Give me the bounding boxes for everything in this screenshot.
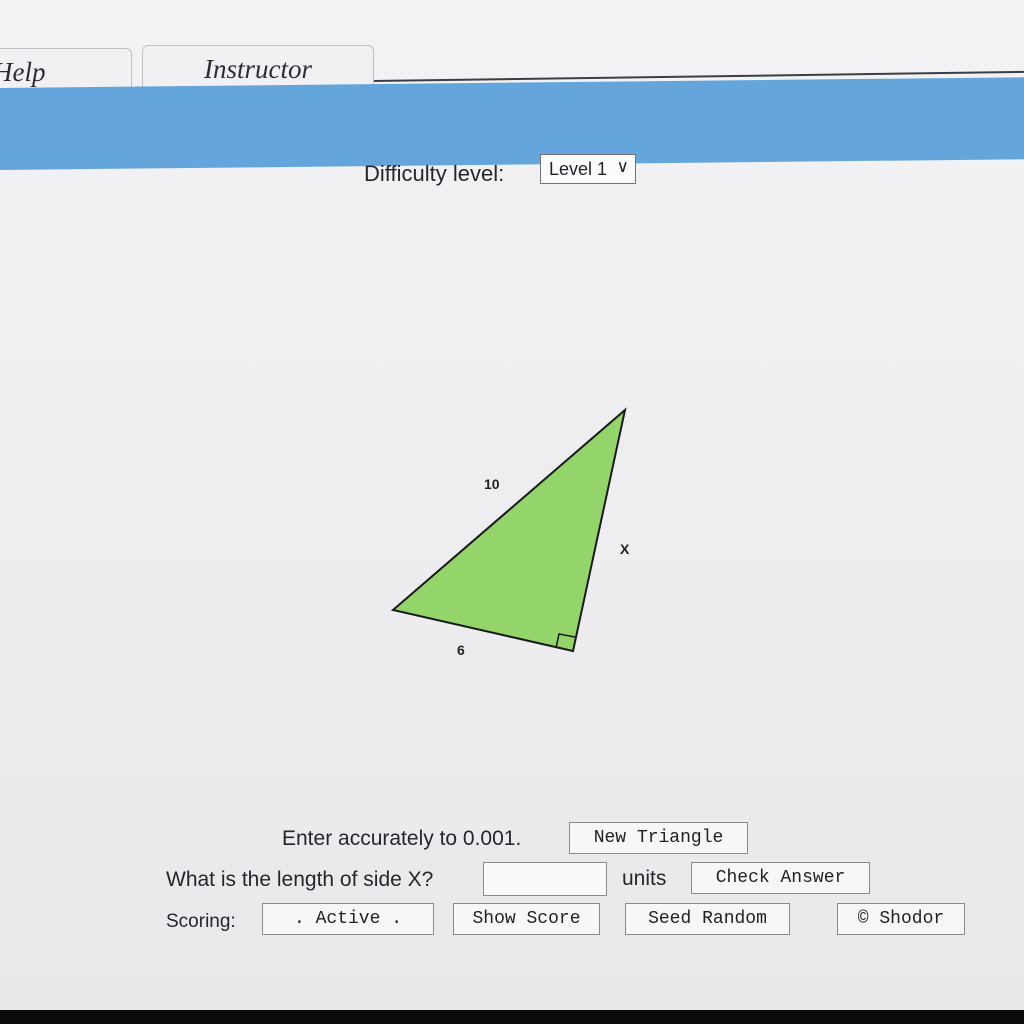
answer-input[interactable] xyxy=(483,862,607,896)
new-triangle-button[interactable]: New Triangle xyxy=(569,822,748,854)
seed-random-button[interactable]: Seed Random xyxy=(625,903,790,935)
active-button[interactable]: . Active . xyxy=(262,903,434,935)
check-answer-button[interactable]: Check Answer xyxy=(691,862,870,894)
accuracy-text: Enter accurately to 0.001. xyxy=(282,827,522,850)
base-label: 6 xyxy=(457,642,465,658)
hypotenuse-label: 10 xyxy=(484,476,500,492)
show-score-button[interactable]: Show Score xyxy=(453,903,600,935)
shodor-button[interactable]: © Shodor xyxy=(837,903,965,935)
units-label: units xyxy=(622,867,667,890)
app-screen: Help Instructor Difficulty level: Level … xyxy=(0,0,1024,1010)
question-text: What is the length of side X? xyxy=(166,868,434,891)
side-x-label: X xyxy=(620,541,630,557)
right-triangle xyxy=(390,407,627,653)
scoring-label: Scoring: xyxy=(166,911,236,932)
triangle-figure xyxy=(390,407,627,653)
